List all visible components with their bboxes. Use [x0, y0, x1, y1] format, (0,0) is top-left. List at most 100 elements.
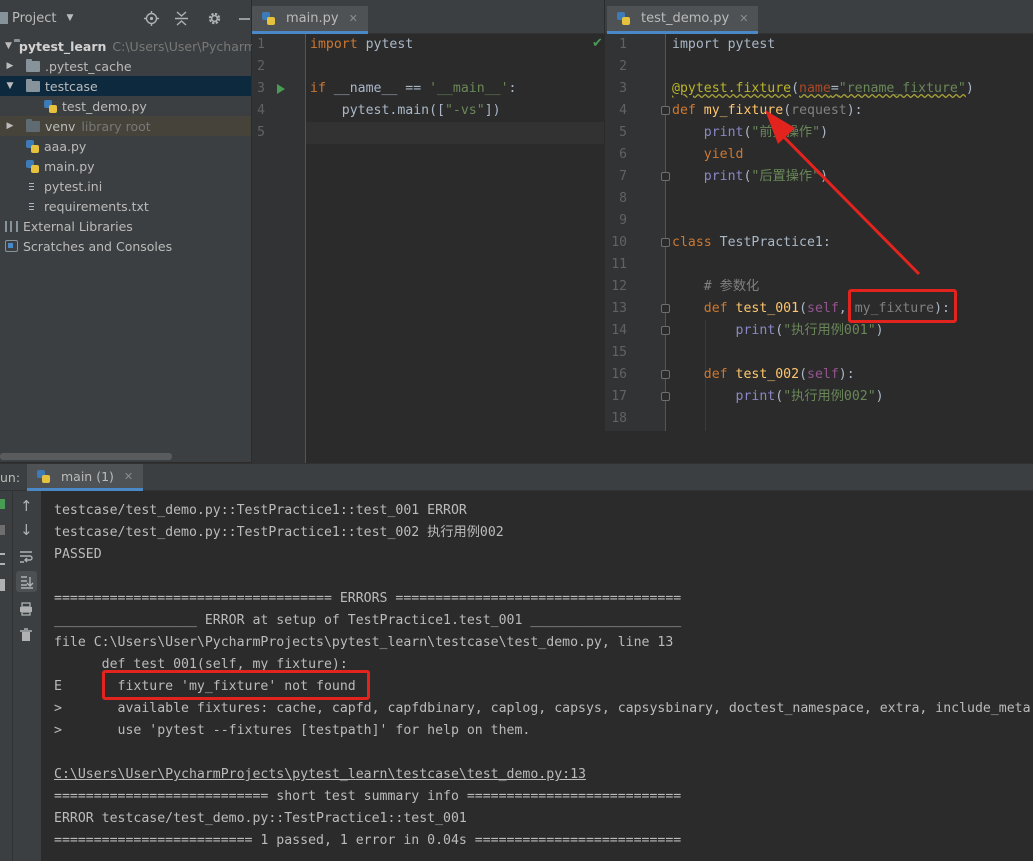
console-line: ERROR testcase/test_demo.py::TestPractic… [54, 811, 467, 826]
left-editor-tabbar: main.py ✕ [252, 0, 604, 34]
tab-test-demo-py[interactable]: test_demo.py ✕ [607, 6, 759, 34]
project-panel-header: Project ▼ [0, 0, 251, 36]
tab-run-main[interactable]: main (1) ✕ [27, 464, 144, 491]
tree-item-label: requirements.txt [44, 198, 149, 214]
tree-item-testcase[interactable]: ▼ testcase [0, 76, 251, 96]
tree-item-test-demo[interactable]: test_demo.py [0, 96, 251, 116]
console-line: testcase/test_demo.py::TestPractice1::te… [54, 525, 504, 540]
tree-item-label: test_demo.py [62, 98, 147, 114]
tree-item-label: pytest_learn [18, 38, 107, 54]
console-line: __________________ ERROR at setup of Tes… [54, 613, 682, 628]
tree-item-label: main.py [44, 158, 95, 174]
tree-item-venv[interactable]: ▶ venv library root [0, 116, 251, 136]
tree-item-scratches[interactable]: Scratches and Consoles [0, 236, 251, 256]
tree-item-label: aaa.py [44, 138, 87, 154]
project-panel: Project ▼ ▼ pytest_learn C:\Users\User\P… [0, 0, 268, 462]
line-number: 4 [257, 103, 265, 118]
folder-icon [26, 118, 40, 132]
left-editor-gutter: 1 2 3 4 5 [252, 34, 305, 463]
close-icon[interactable]: ✕ [349, 12, 358, 25]
close-icon[interactable]: ✕ [739, 12, 748, 25]
tab-label: test_demo.py [641, 11, 730, 26]
down-arrow-icon[interactable]: ↓ [20, 521, 33, 539]
soft-wrap-icon[interactable] [19, 549, 33, 563]
tree-item-requirements[interactable]: requirements.txt [0, 196, 251, 216]
left-editor: 1 2 3 4 5 ✔ import pytest if __name__ == '__… [252, 34, 604, 463]
run-label: un: [0, 470, 21, 485]
line-number: 1 [257, 37, 265, 52]
tree-item-path: C:\Users\User\PycharmPr [112, 38, 269, 54]
gear-icon[interactable] [206, 10, 223, 27]
left-editor-code[interactable]: import pytest if __name__ == '__main__':… [310, 34, 516, 144]
side-separator [12, 491, 13, 861]
console-file-link[interactable]: C:\Users\User\PycharmProjects\pytest_lea… [54, 764, 586, 786]
python-file-icon [44, 99, 57, 113]
run-gutter-icon[interactable] [277, 84, 285, 94]
run-tab-label: main (1) [61, 468, 114, 484]
tree-item-pytest-learn[interactable]: ▼ pytest_learn C:\Users\User\PycharmPr [0, 36, 268, 56]
console-line: PASSED [54, 547, 102, 562]
annotation-arrow [765, 110, 921, 276]
console-line: > use 'pytest --fixtures [testpath]' for… [54, 723, 531, 738]
pin-icon[interactable] [0, 579, 5, 591]
chevron-down-icon: ▼ [5, 41, 12, 51]
python-run-icon [37, 469, 50, 483]
tree-item-note: library root [81, 118, 151, 134]
tab-main-py[interactable]: main.py ✕ [252, 6, 368, 34]
python-file-icon [26, 159, 39, 173]
tree-item-label: .pytest_cache [45, 58, 132, 74]
locate-icon[interactable] [143, 10, 160, 27]
gutter-separator [305, 34, 306, 463]
line-number: 2 [257, 59, 265, 74]
print-icon[interactable] [19, 601, 33, 616]
python-file-icon [26, 139, 39, 153]
minimize-icon[interactable] [236, 10, 253, 27]
project-scrollbar[interactable] [0, 453, 172, 460]
config-file-icon [27, 180, 38, 193]
library-icon [5, 220, 18, 232]
project-title: Project [12, 10, 57, 26]
tree-item-label: venv [45, 118, 76, 134]
tab-label: main.py [286, 11, 339, 26]
folder-icon [26, 78, 40, 92]
close-icon[interactable]: ✕ [124, 470, 133, 483]
scroll-to-end-icon[interactable] [16, 571, 37, 592]
tree-item-external-libraries[interactable]: External Libraries [0, 216, 251, 236]
inspection-ok-icon: ✔ [592, 36, 603, 51]
chevron-down-icon: ▼ [66, 13, 74, 23]
tree-item-aaa[interactable]: aaa.py [0, 136, 251, 156]
console-line: file C:\Users\User\PycharmProjects\pytes… [54, 635, 674, 650]
console-line: =========================== short test s… [54, 789, 682, 804]
folder-icon [26, 58, 40, 72]
tree-item-label: testcase [45, 78, 98, 94]
chevron-right-icon: ▶ [6, 121, 14, 131]
line-number: 3 [257, 81, 265, 96]
line-number: 5 [257, 125, 265, 140]
console-line: =================================== ERRO… [54, 591, 682, 606]
rerun-icon[interactable] [0, 499, 5, 509]
layout-icon[interactable] [0, 553, 5, 565]
console-output[interactable]: testcase/test_demo.py::TestPractice1::te… [41, 491, 1033, 861]
tree-item-pytest-cache[interactable]: ▶ .pytest_cache [0, 56, 251, 76]
chevron-down-icon: ▼ [6, 81, 14, 91]
python-file-icon [262, 12, 275, 25]
run-toolbar: ↑ ↓ [0, 491, 41, 861]
scratches-icon [5, 240, 18, 252]
tree-item-label: pytest.ini [44, 178, 103, 194]
text-file-icon [27, 200, 38, 213]
project-view-selector[interactable]: Project ▼ [0, 11, 73, 26]
tree-item-pytest-ini[interactable]: pytest.ini [0, 176, 251, 196]
console-line: > available fixtures: cache, capfd, capf… [54, 701, 1031, 716]
run-panel-header: un: main (1) ✕ [0, 463, 1033, 491]
stop-icon[interactable] [0, 525, 5, 535]
up-arrow-icon[interactable]: ↑ [20, 497, 33, 515]
annotation-box-error [102, 670, 370, 700]
project-tree: ▼ pytest_learn C:\Users\User\PycharmPr ▶… [0, 36, 268, 256]
tree-item-main[interactable]: main.py [0, 156, 251, 176]
project-icon [0, 12, 8, 24]
chevron-right-icon: ▶ [6, 61, 14, 71]
collapse-all-icon[interactable] [173, 10, 190, 27]
right-editor-tabbar: test_demo.py ✕ [605, 0, 1033, 34]
trash-icon[interactable] [20, 627, 32, 641]
right-editor: 12345678910111213141516171819 import pyt… [605, 34, 1033, 431]
